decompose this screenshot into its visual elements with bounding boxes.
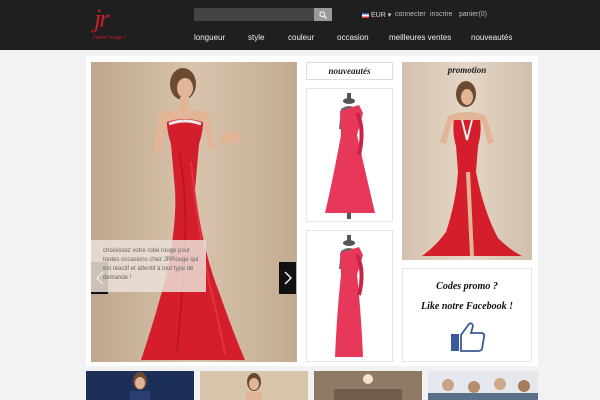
search-input[interactable] bbox=[194, 8, 314, 21]
register-link[interactable]: inscrire bbox=[430, 11, 453, 18]
thumbnail-photo bbox=[246, 373, 262, 400]
product-card[interactable] bbox=[306, 88, 393, 222]
caret-down-icon: ▾ bbox=[385, 12, 392, 19]
category-thumbnail[interactable] bbox=[86, 371, 194, 400]
product-photo bbox=[335, 235, 364, 357]
hero-caption: choisissez votre robe rouge pour toutes … bbox=[91, 240, 206, 292]
cart-link[interactable]: panier(0) bbox=[459, 11, 487, 18]
category-thumbnail[interactable] bbox=[200, 371, 308, 400]
chevron-right-icon bbox=[284, 271, 292, 285]
thumbnail-photo bbox=[314, 371, 422, 400]
thumbnail-photo bbox=[130, 372, 150, 400]
thumbnail-photo bbox=[428, 378, 538, 400]
new-arrivals-title: nouveautés bbox=[306, 62, 393, 80]
logo-mark: jr bbox=[94, 4, 109, 33]
thumbs-up-icon[interactable] bbox=[450, 321, 486, 353]
promotion-title: promotion bbox=[447, 65, 487, 75]
promo-codes-line: Codes promo ? bbox=[436, 281, 498, 292]
promo-model-photo bbox=[422, 81, 522, 257]
nav-item-couleur[interactable]: couleur bbox=[288, 33, 314, 42]
logo-tagline: J'aime rouge ! bbox=[92, 35, 127, 41]
product-card[interactable] bbox=[306, 230, 393, 362]
search-button[interactable] bbox=[314, 8, 332, 21]
currency-selector[interactable]: EUR ▾ bbox=[362, 11, 391, 19]
login-link[interactable]: connecter bbox=[395, 11, 426, 18]
hero-model-photo bbox=[141, 68, 245, 360]
eu-flag-icon bbox=[362, 12, 369, 18]
currency-label: EUR bbox=[371, 12, 386, 19]
nav-item-occasion[interactable]: occasion bbox=[337, 33, 369, 42]
nav-item-style[interactable]: style bbox=[248, 33, 264, 42]
nav-item-meilleures-ventes[interactable]: meilleures ventes bbox=[389, 33, 451, 42]
category-thumbnail[interactable] bbox=[314, 371, 422, 400]
site-header: jr J'aime rouge ! EUR ▾ connecter inscri… bbox=[0, 0, 600, 50]
search-bar bbox=[194, 8, 332, 21]
category-thumbnail[interactable] bbox=[428, 371, 538, 400]
slider-next-button[interactable] bbox=[279, 262, 296, 294]
site-logo[interactable]: jr J'aime rouge ! bbox=[92, 4, 132, 46]
product-photo bbox=[325, 93, 375, 219]
hero-slider[interactable] bbox=[91, 62, 297, 362]
nav-item-nouveautes[interactable]: nouveautés bbox=[471, 33, 512, 42]
facebook-like-line: Like notre Facebook ! bbox=[421, 301, 513, 312]
nav-item-longueur[interactable]: longueur bbox=[194, 33, 225, 42]
search-icon bbox=[319, 10, 327, 19]
promotion-banner[interactable]: promotion bbox=[402, 62, 532, 260]
promo-codes-box[interactable]: Codes promo ? Like notre Facebook ! bbox=[402, 268, 532, 362]
